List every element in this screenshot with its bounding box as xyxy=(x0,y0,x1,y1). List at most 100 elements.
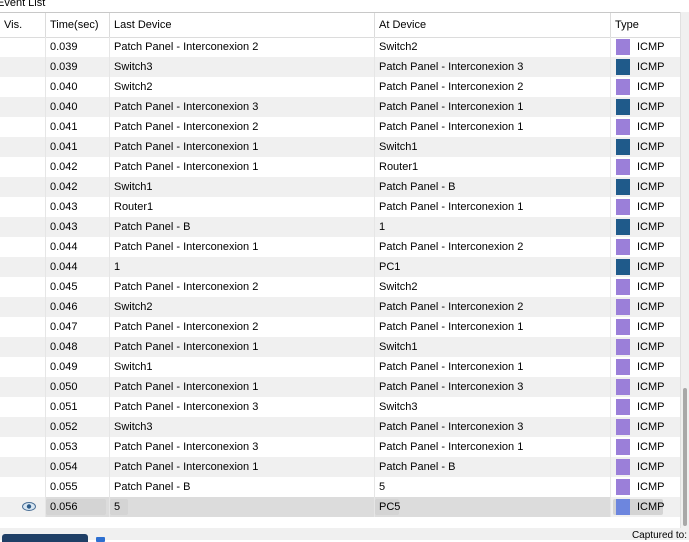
table-row[interactable]: 0.041 Patch Panel - Interconexion 1 Switch… xyxy=(0,137,680,157)
type-color-swatch[interactable] xyxy=(616,379,630,395)
type-color-swatch[interactable] xyxy=(616,279,630,295)
vis-cell[interactable] xyxy=(0,497,46,517)
table-row[interactable]: 0.049 Switch1 Patch Panel - Interconexion … xyxy=(0,357,680,377)
type-color-swatch[interactable] xyxy=(616,159,630,175)
vis-cell[interactable] xyxy=(0,77,46,97)
table-row[interactable]: 0.042 Switch1 Patch Panel - B ICMP xyxy=(0,177,680,197)
type-color-swatch[interactable] xyxy=(616,39,630,55)
table-row[interactable]: 0.052 Switch3 Patch Panel - Interconexion … xyxy=(0,417,680,437)
type-color-swatch[interactable] xyxy=(616,439,630,455)
type-color-swatch[interactable] xyxy=(616,179,630,195)
vertical-scrollbar[interactable] xyxy=(680,12,689,528)
vis-cell[interactable] xyxy=(0,237,46,257)
table-row[interactable]: 0.054 Patch Panel - Interconexion 1 Patch … xyxy=(0,457,680,477)
time-cell: 0.042 xyxy=(46,157,110,177)
vis-cell[interactable] xyxy=(0,437,46,457)
table-row[interactable]: 0.043 Patch Panel - B 1 ICMP xyxy=(0,217,680,237)
at-device-cell: PC1 xyxy=(375,257,611,277)
vis-cell[interactable] xyxy=(0,37,46,57)
type-label: ICMP xyxy=(637,181,665,193)
type-color-swatch[interactable] xyxy=(616,419,630,435)
table-row[interactable]: 0.050 Patch Panel - Interconexion 1 Patch … xyxy=(0,377,680,397)
column-header-last-device[interactable]: Last Device xyxy=(110,13,375,37)
vis-cell[interactable] xyxy=(0,137,46,157)
last-device-cell: Patch Panel - Interconexion 1 xyxy=(110,457,375,477)
scrollbar-thumb[interactable] xyxy=(683,388,687,526)
column-header-type[interactable]: Type xyxy=(611,13,680,37)
table-row[interactable]: 0.043 Router1 Patch Panel - Interconexion … xyxy=(0,197,680,217)
bottom-button[interactable] xyxy=(2,534,88,542)
last-device-cell-text: Switch1 xyxy=(114,361,153,373)
vis-cell[interactable] xyxy=(0,457,46,477)
at-device-cell-text: Patch Panel - Interconexion 2 xyxy=(379,81,524,93)
type-color-swatch[interactable] xyxy=(616,339,630,355)
vis-cell[interactable] xyxy=(0,317,46,337)
vis-cell[interactable] xyxy=(0,197,46,217)
vis-cell[interactable] xyxy=(0,297,46,317)
vis-cell[interactable] xyxy=(0,337,46,357)
vis-cell[interactable] xyxy=(0,357,46,377)
vis-cell[interactable] xyxy=(0,417,46,437)
time-cell-text: 0.052 xyxy=(50,421,78,433)
type-color-swatch[interactable] xyxy=(616,79,630,95)
table-row[interactable]: 0.041 Patch Panel - Interconexion 2 Patch … xyxy=(0,117,680,137)
vis-cell[interactable] xyxy=(0,217,46,237)
at-device-cell: Patch Panel - Interconexion 1 xyxy=(375,97,611,117)
vis-cell[interactable] xyxy=(0,257,46,277)
at-device-cell: Patch Panel - B xyxy=(375,177,611,197)
type-color-swatch[interactable] xyxy=(616,199,630,215)
type-color-swatch[interactable] xyxy=(616,219,630,235)
table-row[interactable]: 0.046 Switch2 Patch Panel - Interconexion … xyxy=(0,297,680,317)
type-color-swatch[interactable] xyxy=(616,119,630,135)
table-row[interactable]: 0.048 Patch Panel - Interconexion 1 Switch… xyxy=(0,337,680,357)
at-device-cell-text: PC1 xyxy=(379,261,401,273)
type-label: ICMP xyxy=(637,121,665,133)
time-cell: 0.039 xyxy=(46,37,110,57)
type-color-swatch[interactable] xyxy=(616,139,630,155)
table-row[interactable]: 0.044 Patch Panel - Interconexion 1 Patch … xyxy=(0,237,680,257)
table-row[interactable]: 0.044 1 PC1 ICMP xyxy=(0,257,680,277)
vis-cell[interactable] xyxy=(0,97,46,117)
column-header-vis[interactable]: Vis. xyxy=(0,13,46,37)
type-color-swatch[interactable] xyxy=(616,459,630,475)
type-color-swatch[interactable] xyxy=(616,299,630,315)
eye-icon[interactable] xyxy=(22,502,36,511)
type-color-swatch[interactable] xyxy=(616,479,630,495)
vis-cell[interactable] xyxy=(0,117,46,137)
vis-cell[interactable] xyxy=(0,177,46,197)
type-label: ICMP xyxy=(637,341,665,353)
table-row[interactable]: 0.045 Patch Panel - Interconexion 2 Switch… xyxy=(0,277,680,297)
column-header-at-device[interactable]: At Device xyxy=(375,13,611,37)
vis-cell[interactable] xyxy=(0,397,46,417)
type-cell: ICMP xyxy=(611,317,680,337)
type-color-swatch[interactable] xyxy=(616,259,630,275)
vis-cell[interactable] xyxy=(0,157,46,177)
type-color-swatch[interactable] xyxy=(616,499,630,515)
last-device-cell-text: Patch Panel - Interconexion 1 xyxy=(114,141,259,153)
table-row[interactable]: 0.040 Patch Panel - Interconexion 3 Patch … xyxy=(0,97,680,117)
table-row[interactable]: 0.056 5 PC5 ICMP xyxy=(0,497,680,517)
vis-cell[interactable] xyxy=(0,57,46,77)
at-device-cell: Patch Panel - Interconexion 1 xyxy=(375,197,611,217)
table-row[interactable]: 0.039 Patch Panel - Interconexion 2 Switch… xyxy=(0,37,680,57)
table-row[interactable]: 0.051 Patch Panel - Interconexion 3 Switch… xyxy=(0,397,680,417)
type-color-swatch[interactable] xyxy=(616,319,630,335)
last-device-cell-text: Patch Panel - B xyxy=(114,481,191,493)
vis-cell[interactable] xyxy=(0,277,46,297)
type-label: ICMP xyxy=(637,61,665,73)
table-row[interactable]: 0.047 Patch Panel - Interconexion 2 Patch … xyxy=(0,317,680,337)
vis-cell[interactable] xyxy=(0,477,46,497)
type-color-swatch[interactable] xyxy=(616,99,630,115)
table-row[interactable]: 0.039 Switch3 Patch Panel - Interconexion … xyxy=(0,57,680,77)
type-color-swatch[interactable] xyxy=(616,359,630,375)
table-row[interactable]: 0.055 Patch Panel - B 5 ICMP xyxy=(0,477,680,497)
table-row[interactable]: 0.040 Switch2 Patch Panel - Interconexion … xyxy=(0,77,680,97)
type-color-swatch[interactable] xyxy=(616,239,630,255)
event-list-title-bar: Event List xyxy=(0,0,689,12)
type-color-swatch[interactable] xyxy=(616,59,630,75)
vis-cell[interactable] xyxy=(0,377,46,397)
type-color-swatch[interactable] xyxy=(616,399,630,415)
table-row[interactable]: 0.053 Patch Panel - Interconexion 3 Patch … xyxy=(0,437,680,457)
table-row[interactable]: 0.042 Patch Panel - Interconexion 1 Router… xyxy=(0,157,680,177)
column-header-time[interactable]: Time(sec) xyxy=(46,13,110,37)
